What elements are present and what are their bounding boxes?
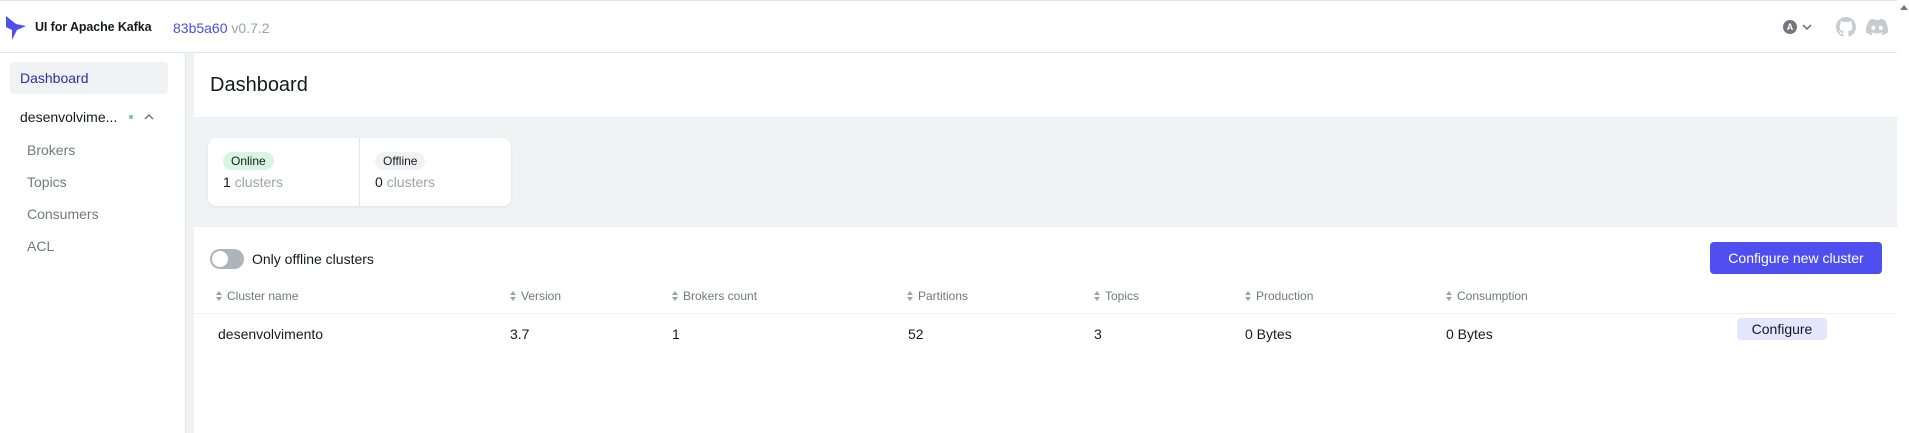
sidebar-item-topics[interactable]: Topics xyxy=(27,174,67,190)
table-divider xyxy=(194,313,1897,314)
sort-icon xyxy=(216,291,222,301)
sidebar-item-acl[interactable]: ACL xyxy=(27,238,54,254)
sidebar-cluster-toggle[interactable]: desenvolvime... xyxy=(10,101,168,133)
column-header-topics[interactable]: Topics xyxy=(1094,289,1139,303)
offline-clusters-toggle[interactable] xyxy=(210,249,244,269)
chevron-down-icon[interactable] xyxy=(1801,21,1813,33)
sort-icon xyxy=(1094,291,1100,301)
main-content: Dashboard Online 1 clusters Offline 0 cl… xyxy=(194,53,1897,433)
toggle-knob xyxy=(212,251,228,267)
scroll-up-icon[interactable] xyxy=(1899,3,1909,11)
offline-badge: Offline xyxy=(375,152,426,170)
column-header-version[interactable]: Version xyxy=(510,289,561,303)
column-header-cluster-name[interactable]: Cluster name xyxy=(216,289,298,303)
top-bar: UI for Apache Kafka 83b5a60 v0.7.2 A xyxy=(0,0,1897,53)
metric-offline: Offline 0 clusters xyxy=(359,138,510,206)
column-header-production[interactable]: Production xyxy=(1245,289,1313,303)
online-unit: clusters xyxy=(234,174,283,190)
column-header-brokers-count[interactable]: Brokers count xyxy=(672,289,757,303)
sidebar-item-dashboard[interactable]: Dashboard xyxy=(10,62,168,94)
sidebar-cluster-name: desenvolvime... xyxy=(20,109,118,125)
cell-partitions: 52 xyxy=(908,326,924,342)
configure-new-cluster-button[interactable]: Configure new cluster xyxy=(1710,242,1882,274)
sort-icon xyxy=(510,291,516,301)
sort-icon xyxy=(907,291,913,301)
cluster-metrics-card: Online 1 clusters Offline 0 clusters xyxy=(208,138,511,206)
cluster-status-dot xyxy=(129,115,134,119)
sort-icon xyxy=(1245,291,1251,301)
sidebar-gutter xyxy=(186,53,194,433)
commit-hash-link[interactable]: 83b5a60 xyxy=(173,20,228,36)
user-menu[interactable]: A xyxy=(1783,20,1813,34)
github-icon[interactable] xyxy=(1836,17,1856,37)
metric-online: Online 1 clusters xyxy=(208,138,359,206)
sort-icon xyxy=(1446,291,1452,301)
version-info: 83b5a60 v0.7.2 xyxy=(173,20,270,36)
configure-cluster-button[interactable]: Configure xyxy=(1737,318,1827,340)
cell-cluster-name[interactable]: desenvolvimento xyxy=(218,326,323,342)
column-header-consumption[interactable]: Consumption xyxy=(1446,289,1528,303)
version-label: v0.7.2 xyxy=(231,20,270,36)
cell-brokers-count: 1 xyxy=(672,326,680,342)
page-title: Dashboard xyxy=(210,74,308,96)
offline-value: 0 clusters xyxy=(375,174,495,190)
column-header-partitions[interactable]: Partitions xyxy=(907,289,968,303)
cell-consumption: 0 Bytes xyxy=(1446,326,1493,342)
offline-clusters-toggle-label[interactable]: Only offline clusters xyxy=(252,251,374,267)
sort-icon xyxy=(672,291,678,301)
cell-topics: 3 xyxy=(1094,326,1102,342)
cell-version: 3.7 xyxy=(510,326,530,342)
offline-count: 0 xyxy=(375,174,383,190)
app-title[interactable]: UI for Apache Kafka xyxy=(35,20,152,34)
online-badge: Online xyxy=(223,152,274,170)
sidebar-item-consumers[interactable]: Consumers xyxy=(27,206,99,222)
chevron-up-icon[interactable] xyxy=(143,111,155,123)
kafka-logo-icon[interactable] xyxy=(4,15,28,41)
online-count: 1 xyxy=(223,174,231,190)
cell-production: 0 Bytes xyxy=(1245,326,1292,342)
sidebar-item-brokers[interactable]: Brokers xyxy=(27,142,75,158)
metrics-band: Online 1 clusters Offline 0 clusters xyxy=(194,117,1897,227)
sidebar: Dashboard desenvolvime... Brokers Topics… xyxy=(0,53,186,433)
user-avatar-icon[interactable]: A xyxy=(1783,20,1797,34)
online-value: 1 clusters xyxy=(223,174,344,190)
discord-icon[interactable] xyxy=(1866,18,1888,36)
offline-unit: clusters xyxy=(386,174,435,190)
